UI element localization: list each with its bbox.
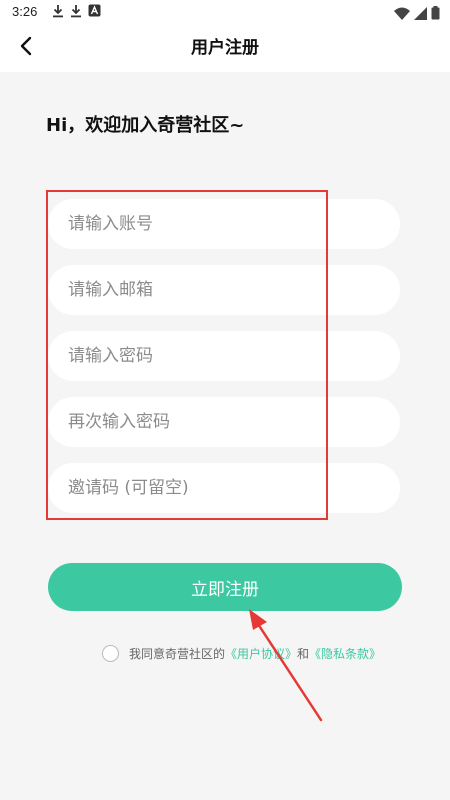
status-left-icons — [52, 4, 101, 18]
confirm-password-input[interactable] — [48, 397, 400, 447]
battery-icon — [431, 5, 440, 24]
user-agreement-link[interactable]: 《用户协议》 — [225, 645, 297, 662]
email-field[interactable] — [48, 265, 400, 315]
status-right-icons — [394, 5, 440, 24]
back-arrow-icon — [19, 36, 33, 60]
download-icon — [70, 4, 82, 18]
annotation-arrow-line — [256, 622, 323, 722]
account-input[interactable] — [48, 199, 400, 249]
password-input[interactable] — [48, 331, 400, 381]
status-time: 3:26 — [12, 4, 38, 19]
confirm-password-field[interactable] — [48, 397, 400, 447]
account-field[interactable] — [48, 199, 400, 249]
app-notification-icon — [88, 4, 101, 18]
wifi-icon — [394, 5, 410, 24]
agreement-prefix: 我同意奇营社区的 — [129, 646, 226, 661]
password-field[interactable] — [48, 331, 400, 381]
page-title: 用户注册 — [191, 38, 259, 58]
download-icon — [52, 4, 64, 18]
invite-code-field[interactable] — [48, 463, 400, 513]
privacy-policy-link[interactable]: 《隐私条款》 — [309, 645, 381, 662]
back-button[interactable] — [8, 30, 44, 66]
signal-icon — [414, 5, 427, 24]
header: 用户注册 — [0, 24, 450, 72]
agreement-row: 我同意奇营社区的 《用户协议》 和 《隐私条款》 — [102, 643, 381, 663]
register-button[interactable]: 立即注册 — [48, 563, 402, 611]
agree-checkbox[interactable] — [102, 644, 119, 662]
greeting-text: Hi，欢迎加入奇营社区~ — [46, 115, 245, 136]
annotation-arrow-head — [249, 609, 267, 630]
status-bar: 3:26 — [0, 0, 450, 24]
invite-code-input[interactable] — [48, 463, 400, 513]
agreement-joiner: 和 — [297, 646, 310, 661]
email-input[interactable] — [48, 265, 400, 315]
